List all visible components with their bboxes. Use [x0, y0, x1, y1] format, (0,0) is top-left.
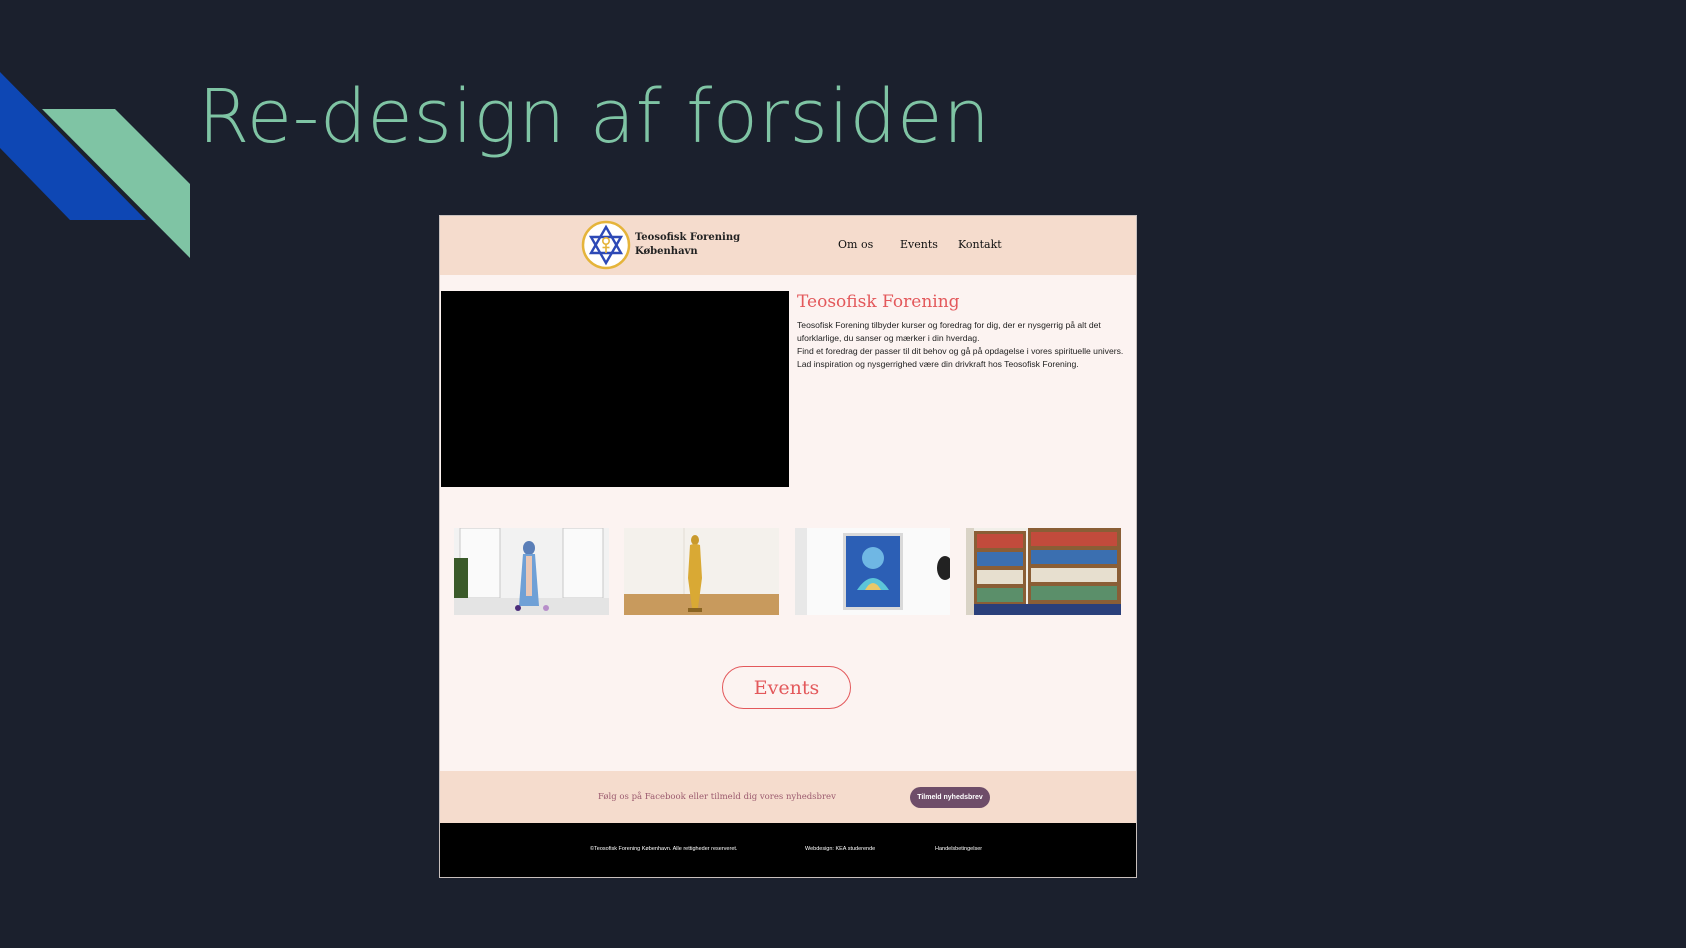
intro-paragraph-1: Teosofisk Forening tilbyder kurser og fo…	[797, 320, 1101, 343]
events-button[interactable]: Events	[722, 666, 851, 709]
newsletter-text: Følg os på Facebook eller tilmeld dig vo…	[598, 792, 836, 802]
madonna-statue-photo[interactable]	[454, 528, 609, 615]
site-header: Teosofisk Forening København Om os Event…	[440, 216, 1136, 275]
golden-buddha-photo[interactable]	[624, 528, 779, 615]
footer-terms-link[interactable]: Handelsbetingelser	[935, 846, 982, 852]
nav-om-os[interactable]: Om os	[838, 238, 873, 251]
hero-video[interactable]	[441, 291, 789, 487]
newsletter-bar: Følg os på Facebook eller tilmeld dig vo…	[440, 771, 1136, 823]
bookshelf-photo[interactable]	[966, 528, 1121, 615]
slide-title: Re-design af forsiden	[198, 74, 991, 160]
intro-paragraph-2: Find et foredrag der passer til dit beho…	[797, 346, 1124, 369]
site-logo-text[interactable]: Teosofisk Forening København	[635, 231, 740, 259]
footer-webdesign-link[interactable]: Webdesign: KEA studerende	[805, 846, 875, 852]
star-of-david-ankh-logo-icon[interactable]	[581, 220, 631, 270]
intro-title: Teosofisk Forening	[797, 292, 960, 312]
nav-events[interactable]: Events	[900, 238, 938, 251]
logo-line-2: København	[635, 246, 698, 257]
nav-kontakt[interactable]: Kontakt	[958, 238, 1002, 251]
footer-copyright: ©Teosofisk Forening København. Alle rett…	[590, 846, 738, 852]
slide-corner-decoration	[0, 72, 190, 258]
logo-line-1: Teosofisk Forening	[635, 232, 741, 243]
intro-text: Teosofisk Forening tilbyder kurser og fo…	[797, 319, 1129, 371]
website-mockup: Teosofisk Forening København Om os Event…	[440, 216, 1136, 877]
subscribe-newsletter-button[interactable]: Tilmeld nyhedsbrev	[910, 787, 990, 808]
lotus-painting-photo[interactable]	[795, 528, 950, 615]
site-footer: ©Teosofisk Forening København. Alle rett…	[440, 823, 1136, 877]
